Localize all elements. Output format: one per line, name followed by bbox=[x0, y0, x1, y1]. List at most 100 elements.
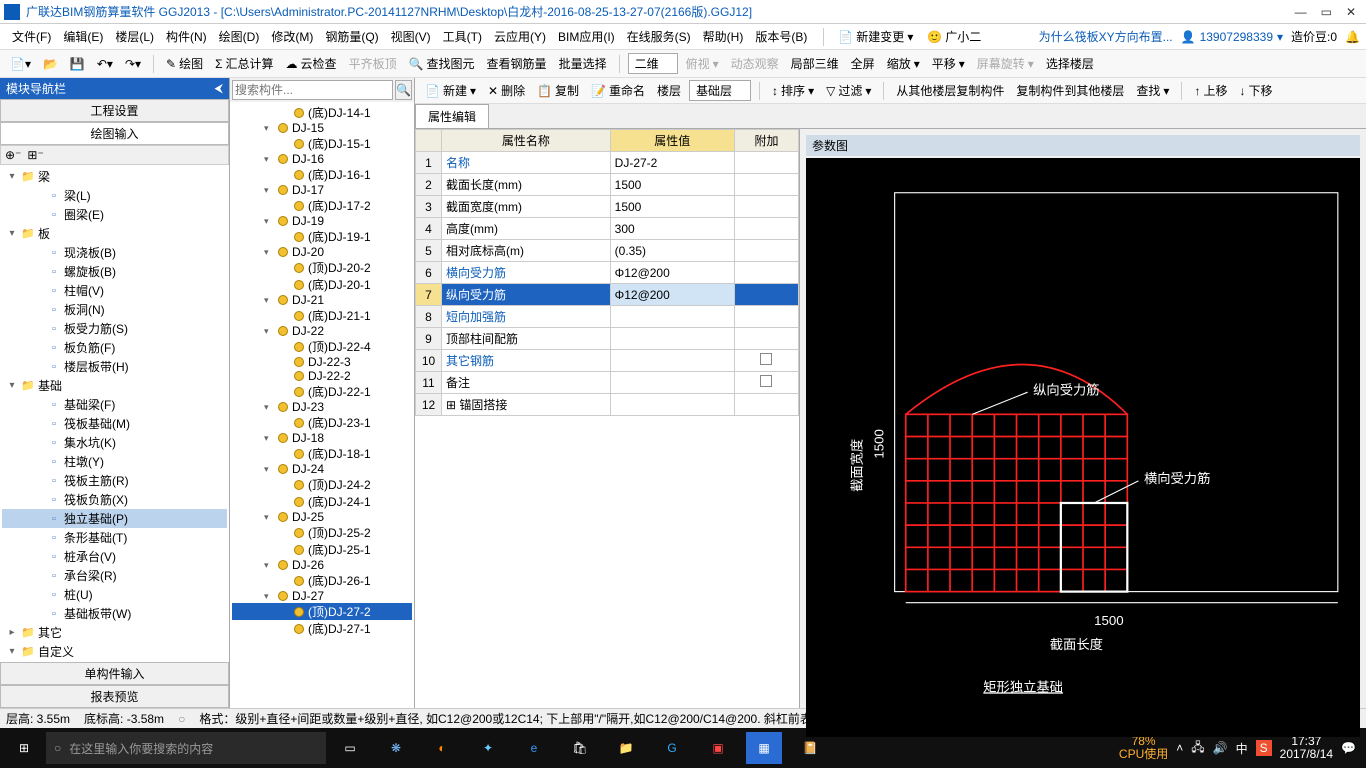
report-preview-button[interactable]: 报表预览 bbox=[0, 685, 229, 708]
search-input[interactable] bbox=[232, 80, 393, 100]
perspective-button[interactable]: 俯视 ▾ bbox=[682, 53, 723, 74]
single-input-button[interactable]: 单构件输入 bbox=[0, 662, 229, 685]
menu-构件(N)[interactable]: 构件(N) bbox=[160, 28, 213, 46]
menu-编辑(E)[interactable]: 编辑(E) bbox=[57, 28, 109, 46]
search-button[interactable]: 🔍 bbox=[395, 80, 412, 100]
instance-node[interactable]: ▾DJ-21 bbox=[232, 293, 412, 307]
prop-row[interactable]: 5相对底标高(m)(0.35) bbox=[416, 240, 799, 262]
notifications-icon[interactable]: 💬 bbox=[1341, 741, 1356, 755]
tree-item[interactable]: ▫桩(U) bbox=[2, 585, 227, 604]
tree-item[interactable]: ▫条形基础(T) bbox=[2, 528, 227, 547]
taskbar-search[interactable]: ○ 在这里输入你要搜索的内容 bbox=[46, 732, 326, 764]
tree-item[interactable]: ▫承台梁(R) bbox=[2, 566, 227, 585]
menu-BIM应用(I)[interactable]: BIM应用(I) bbox=[552, 28, 621, 46]
tree-item[interactable]: ▫现浇板(B) bbox=[2, 243, 227, 262]
taskview-icon[interactable]: ▭ bbox=[328, 728, 372, 768]
menu-绘图(D)[interactable]: 绘图(D) bbox=[213, 28, 266, 46]
instance-node[interactable]: ▾DJ-17 bbox=[232, 183, 412, 197]
user-phone[interactable]: 👤13907298339 ▾ bbox=[1181, 30, 1283, 44]
prop-row[interactable]: 11备注 bbox=[416, 372, 799, 394]
component-tree[interactable]: ▾📁梁▫梁(L)▫圈梁(E)▾📁板▫现浇板(B)▫螺旋板(B)▫柱帽(V)▫板洞… bbox=[0, 165, 229, 662]
tree-item[interactable]: ▫基础板带(W) bbox=[2, 604, 227, 623]
prop-row[interactable]: 9顶部柱间配筋 bbox=[416, 328, 799, 350]
instance-node[interactable]: (顶)DJ-25-2 bbox=[232, 524, 412, 541]
down-button[interactable]: ↓ 下移 bbox=[1235, 80, 1276, 101]
maximize-button[interactable]: ▭ bbox=[1321, 5, 1332, 19]
undo-icon[interactable]: ↶▾ bbox=[93, 55, 117, 73]
up-button[interactable]: ↑ 上移 bbox=[1190, 80, 1231, 101]
start-button[interactable]: ⊞ bbox=[4, 728, 44, 768]
instance-node[interactable]: (底)DJ-19-1 bbox=[232, 228, 412, 245]
tree-item[interactable]: ▫板负筋(F) bbox=[2, 338, 227, 357]
filter-button[interactable]: ▽ 过滤 ▾ bbox=[822, 80, 875, 101]
tree-item[interactable]: ▫楼层板带(H) bbox=[2, 357, 227, 376]
new-button[interactable]: 📄 新建 ▾ bbox=[421, 80, 480, 101]
tree-item[interactable]: ▫板洞(N) bbox=[2, 300, 227, 319]
zoom-button[interactable]: 缩放 ▾ bbox=[883, 53, 924, 74]
instance-node[interactable]: (顶)DJ-27-2 bbox=[232, 603, 412, 620]
menu-钢筋量(Q)[interactable]: 钢筋量(Q) bbox=[319, 28, 384, 46]
prop-row[interactable]: 3截面宽度(mm)1500 bbox=[416, 196, 799, 218]
tree-item[interactable]: ▫柱帽(V) bbox=[2, 281, 227, 300]
instance-node[interactable]: (底)DJ-25-1 bbox=[232, 541, 412, 558]
instance-node[interactable]: ▾DJ-20 bbox=[232, 245, 412, 259]
view-mode-select[interactable]: 二维 bbox=[628, 53, 678, 74]
tree-group[interactable]: ▾📁梁 bbox=[2, 167, 227, 186]
instance-tree[interactable]: (底)DJ-14-1▾DJ-15(底)DJ-15-1▾DJ-16(底)DJ-16… bbox=[230, 102, 414, 708]
screenrot-button[interactable]: 屏幕旋转 ▾ bbox=[973, 53, 1038, 74]
floor-select[interactable]: 基础层 bbox=[689, 80, 751, 101]
batchsel-button[interactable]: 批量选择 bbox=[555, 53, 611, 74]
prop-row[interactable]: 8短向加强筋 bbox=[416, 306, 799, 328]
menu-工具(T)[interactable]: 工具(T) bbox=[437, 28, 488, 46]
instance-node[interactable]: (底)DJ-24-1 bbox=[232, 493, 412, 510]
instance-node[interactable]: ▾DJ-16 bbox=[232, 152, 412, 166]
instance-node[interactable]: (底)DJ-22-1 bbox=[232, 383, 412, 400]
tray-volume-icon[interactable]: 🔊 bbox=[1213, 741, 1228, 755]
open-icon[interactable]: 📂 bbox=[39, 55, 62, 73]
tree-item[interactable]: ▫基础梁(F) bbox=[2, 395, 227, 414]
tree-group[interactable]: ▾📁基础 bbox=[2, 376, 227, 395]
copy-button[interactable]: 📋 复制 bbox=[533, 80, 583, 101]
instance-node[interactable]: ▾DJ-19 bbox=[232, 214, 412, 228]
instance-node[interactable]: (底)DJ-23-1 bbox=[232, 414, 412, 431]
store-icon[interactable]: 🛍 bbox=[558, 728, 602, 768]
menu-版本号(B)[interactable]: 版本号(B) bbox=[749, 28, 813, 46]
preview-canvas[interactable]: 截面宽度 1500 纵向受力筋 横向受力筋 1500 截面长度 矩形独立基础 bbox=[806, 158, 1360, 737]
tray-up-icon[interactable]: ˄ bbox=[1176, 741, 1183, 755]
menu-楼层(L)[interactable]: 楼层(L) bbox=[109, 28, 160, 46]
explorer-icon[interactable]: 📁 bbox=[604, 728, 648, 768]
instance-node[interactable]: ▾DJ-23 bbox=[232, 400, 412, 414]
menu-帮助(H)[interactable]: 帮助(H) bbox=[697, 28, 750, 46]
instance-node[interactable]: (底)DJ-16-1 bbox=[232, 166, 412, 183]
prop-row[interactable]: 4高度(mm)300 bbox=[416, 218, 799, 240]
instance-node[interactable]: ▾DJ-15 bbox=[232, 121, 412, 135]
tree-group[interactable]: ▸📁其它 bbox=[2, 623, 227, 642]
instance-node[interactable]: ▾DJ-18 bbox=[232, 431, 412, 445]
proj-setting-button[interactable]: 工程设置 bbox=[0, 99, 229, 122]
redo-icon[interactable]: ↷▾ bbox=[121, 55, 145, 73]
instance-node[interactable]: ▾DJ-22 bbox=[232, 324, 412, 338]
instance-node[interactable]: ▾DJ-27 bbox=[232, 589, 412, 603]
instance-node[interactable]: DJ-22-3 bbox=[232, 355, 412, 369]
instance-node[interactable]: DJ-22-2 bbox=[232, 369, 412, 383]
prop-row[interactable]: 6横向受力筋Φ12@200 bbox=[416, 262, 799, 284]
tab-properties[interactable]: 属性编辑 bbox=[415, 104, 489, 128]
selfloor-button[interactable]: 选择楼层 bbox=[1042, 53, 1098, 74]
app3-icon[interactable]: ✦ bbox=[466, 728, 510, 768]
menu-文件(F)[interactable]: 文件(F) bbox=[6, 28, 57, 46]
fullscreen-button[interactable]: 全屏 bbox=[847, 53, 879, 74]
sort-button[interactable]: ↕ 排序 ▾ bbox=[768, 80, 818, 101]
instance-node[interactable]: (底)DJ-27-1 bbox=[232, 620, 412, 637]
new-change-button[interactable]: 📄 新建变更 ▾ bbox=[834, 26, 917, 47]
local3d-button[interactable]: 局部三维 bbox=[787, 53, 843, 74]
properties-table[interactable]: 属性名称 属性值 附加 1名称DJ-27-22截面长度(mm)15003截面宽度… bbox=[415, 129, 800, 708]
instance-node[interactable]: (底)DJ-26-1 bbox=[232, 572, 412, 589]
instance-node[interactable]: ▾DJ-25 bbox=[232, 510, 412, 524]
tree-item[interactable]: ▫筏板基础(M) bbox=[2, 414, 227, 433]
app1-icon[interactable]: ❋ bbox=[374, 728, 418, 768]
instance-node[interactable]: (顶)DJ-20-2 bbox=[232, 259, 412, 276]
instance-node[interactable]: ▾DJ-26 bbox=[232, 558, 412, 572]
instance-node[interactable]: (底)DJ-14-1 bbox=[232, 104, 412, 121]
close-button[interactable]: ✕ bbox=[1346, 5, 1356, 19]
app2-icon[interactable]: ◐ bbox=[420, 728, 464, 768]
